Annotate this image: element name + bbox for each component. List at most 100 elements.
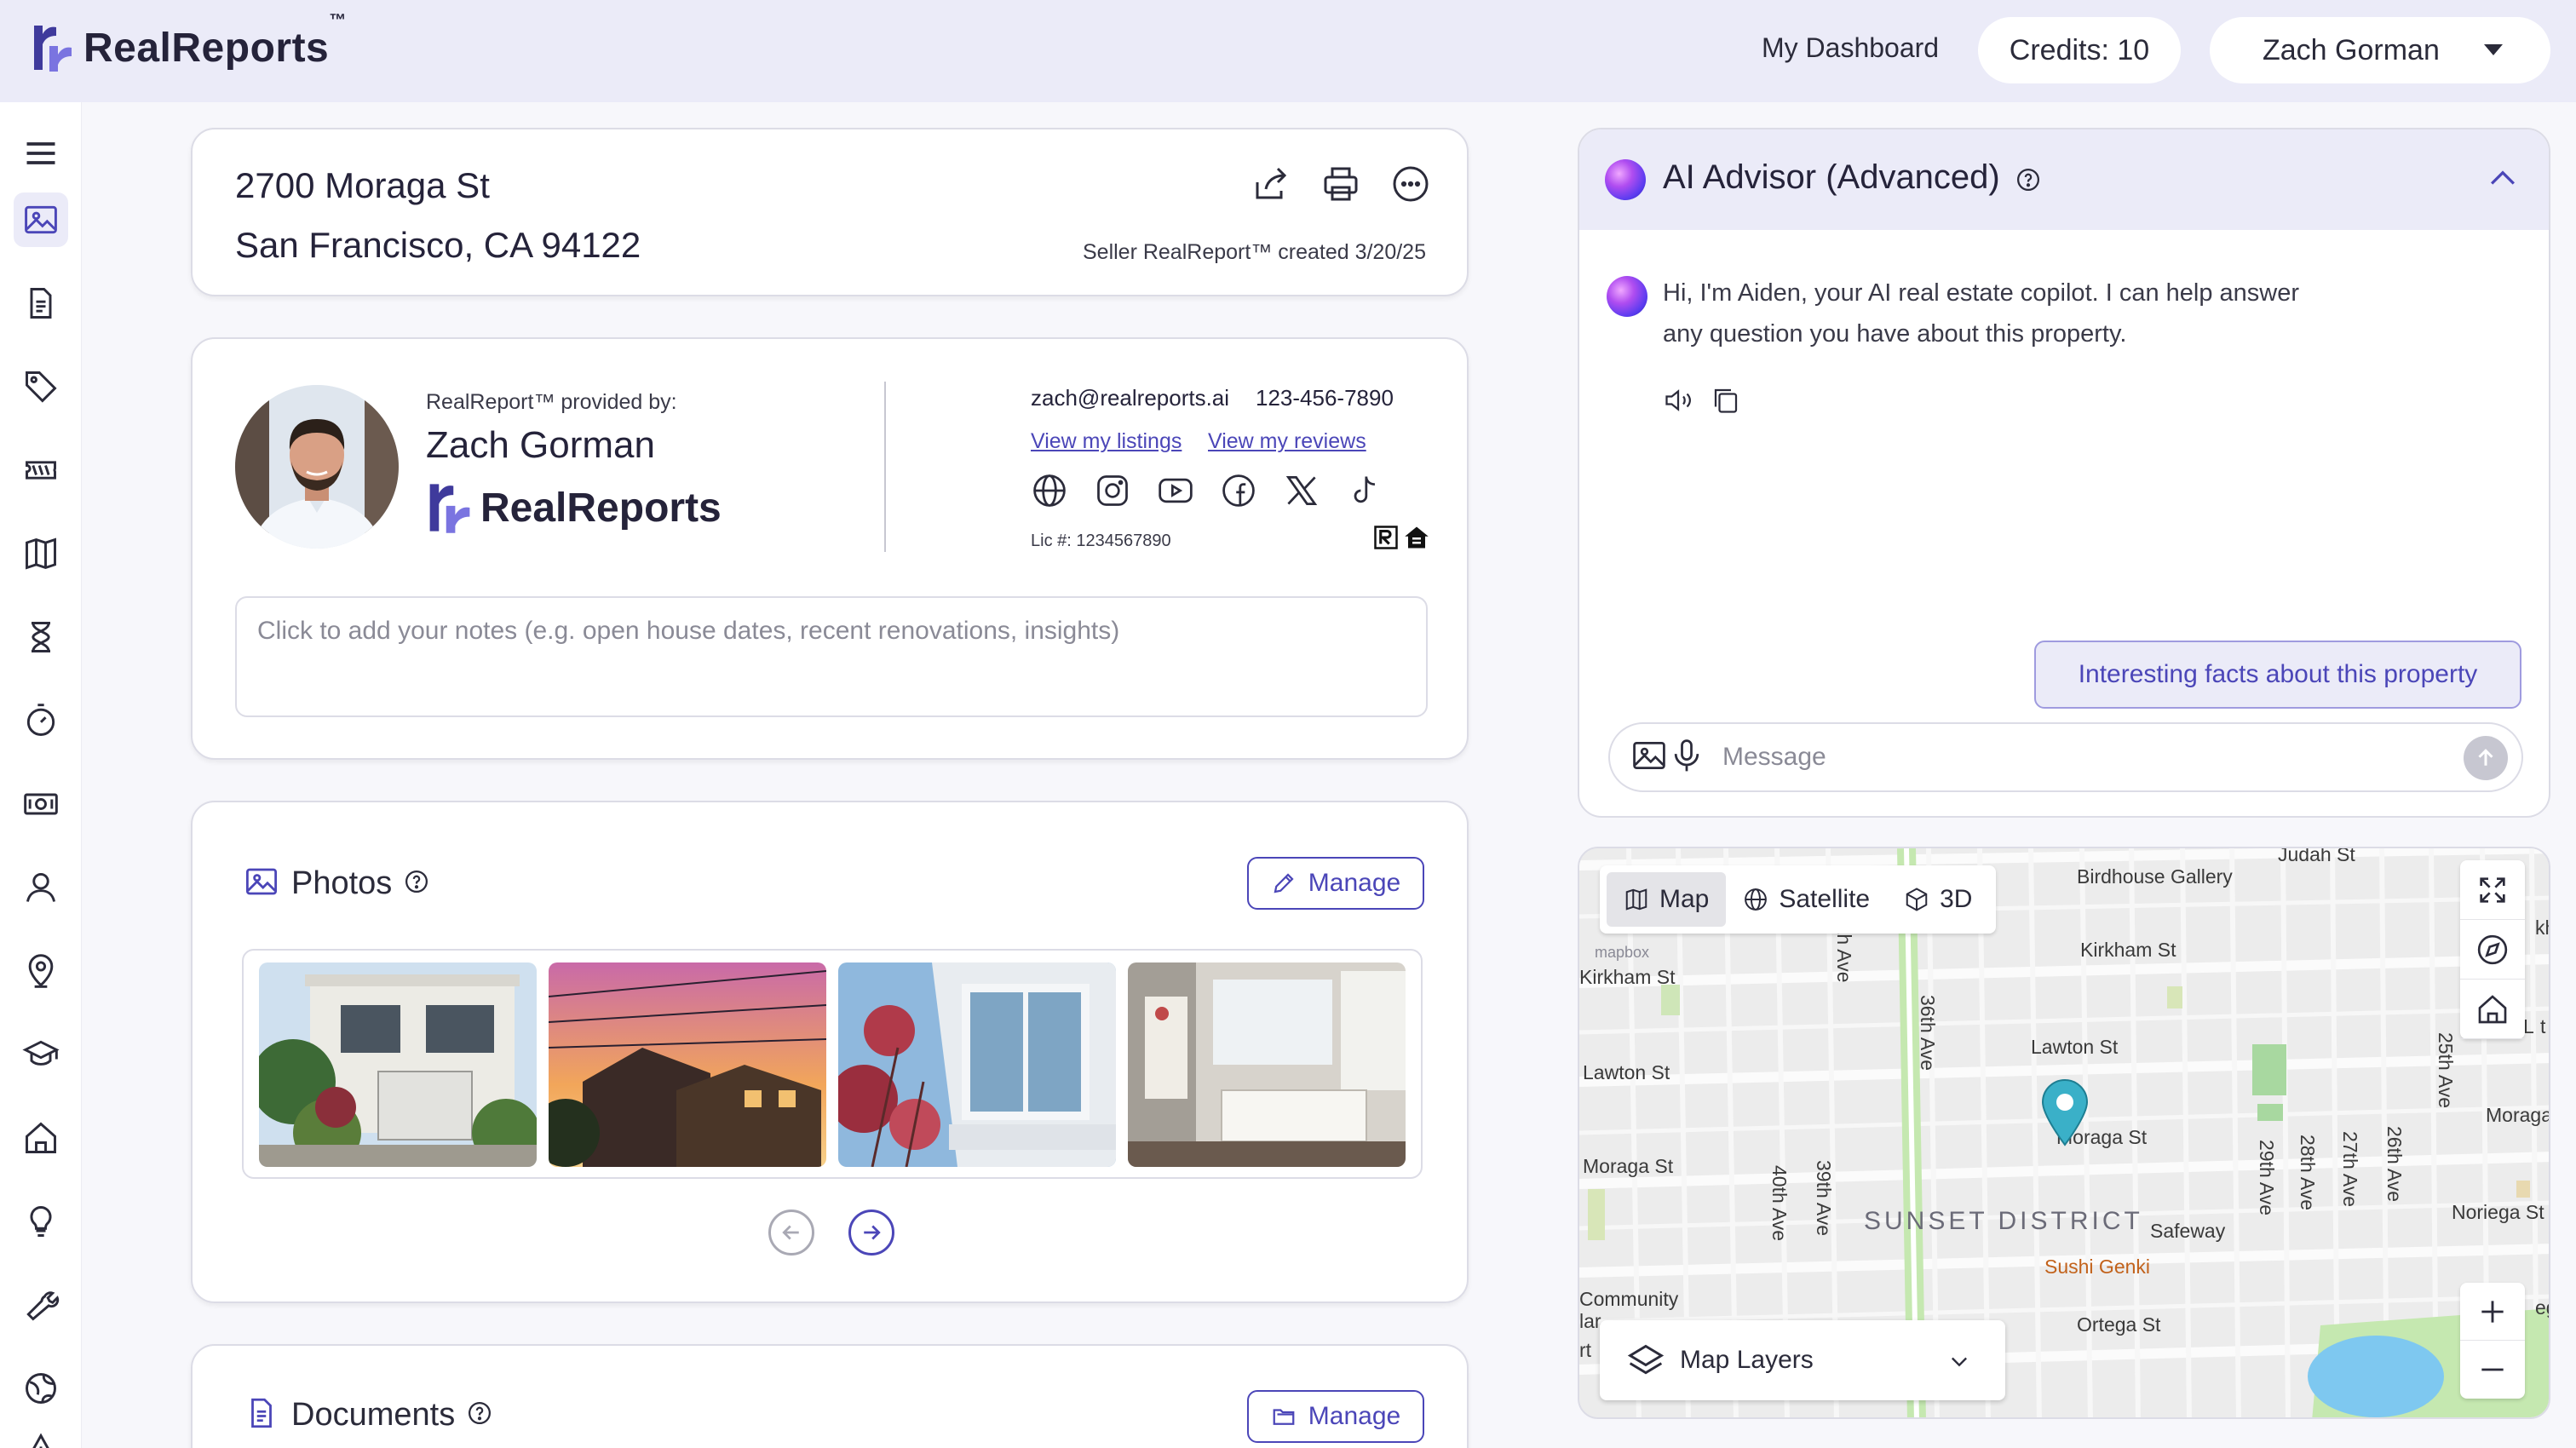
3d-view-button[interactable]: 3D [1887,872,1989,927]
speaker-icon[interactable] [1663,385,1693,420]
map-layers-dropdown[interactable]: Map Layers [1600,1320,2005,1400]
zoom-in-icon[interactable] [2460,1283,2525,1341]
suggested-question-button[interactable]: Interesting facts about this property [2034,641,2521,709]
ai-advisor-title: AI Advisor (Advanced) [1663,158,2000,196]
credits-badge[interactable]: Credits: 10 [1978,17,2181,83]
my-dashboard-link[interactable]: My Dashboard [1762,32,1939,64]
agent-phone[interactable]: 123-456-7890 [1256,385,1394,411]
satellite-view-button[interactable]: Satellite [1726,872,1887,927]
facebook-icon[interactable] [1220,472,1257,514]
agent-email[interactable]: zach@realreports.ai [1031,385,1229,411]
copy-icon[interactable] [1711,385,1741,420]
map-label-25th-ave: 25th Ave [2435,1032,2457,1109]
equal-housing-icon [1404,525,1429,554]
brand-logo[interactable]: RealReports™ [31,11,347,75]
wrench-icon[interactable] [14,1278,68,1332]
map-label-ortega: Ortega St [2077,1313,2161,1336]
map-label-fragment: kh [2535,916,2549,939]
website-icon[interactable] [1031,472,1068,514]
user-menu-button[interactable]: Zach Gorman [2210,17,2550,83]
brokerage-logo: RealReports [426,479,722,537]
compass-icon[interactable] [2460,920,2525,980]
arrow-right-icon [864,1225,881,1240]
map-label-kirkham-east: Kirkham St [2080,939,2176,961]
home-icon[interactable] [2460,980,2525,1039]
map-view-label: Map [1659,885,1710,913]
message-bar [1608,722,2523,792]
map-style-toggle: Map Satellite 3D [1600,865,1997,934]
send-button[interactable] [2464,736,2508,780]
location-icon[interactable] [14,944,68,998]
print-icon[interactable] [1320,164,1361,209]
top-bar: RealReports™ My Dashboard Credits: 10 Za… [0,0,2576,102]
map-label-fragment: eg [2535,1296,2549,1319]
photos-title: Photos [291,865,393,901]
photo-carousel [242,949,1423,1179]
share-icon[interactable] [1251,164,1291,209]
microphone-icon[interactable] [1668,737,1705,779]
help-icon[interactable] [467,1400,492,1430]
map-view-button[interactable]: Map [1607,872,1727,927]
view-reviews-link[interactable]: View my reviews [1208,429,1366,454]
ai-welcome-message: Hi, I'm Aiden, your AI real estate copil… [1663,279,2300,348]
map-label-th-ave: th Ave [1833,928,1855,983]
ai-advisor-header[interactable]: AI Advisor (Advanced) [1579,129,2549,230]
more-options-icon[interactable] [1390,164,1431,209]
money-icon[interactable] [14,777,68,831]
zoom-out-icon[interactable] [2460,1341,2525,1399]
map-label-safeway: Safeway [2150,1220,2226,1242]
instagram-icon[interactable] [1094,472,1131,514]
house-front-photo[interactable] [259,962,537,1167]
x-icon[interactable] [1283,472,1320,514]
manage-photos-button[interactable]: Manage [1247,857,1424,910]
lightbulb-icon[interactable] [14,1194,68,1249]
arrow-up-icon [2478,749,2493,766]
image-upload-icon[interactable] [1630,737,1668,779]
brand-tm: ™ [329,10,347,30]
ai-orb-icon [1605,159,1646,200]
home-icon[interactable] [14,1111,68,1165]
map-label-fragment: rt [1579,1339,1592,1361]
next-photo-button[interactable] [848,1210,894,1256]
graduation-icon[interactable] [14,1027,68,1082]
mapbox-attribution: mapbox [1595,944,1650,961]
help-icon[interactable] [2015,167,2041,197]
hourglass-icon[interactable] [14,610,68,664]
help-icon[interactable] [404,869,429,899]
previous-photo-button[interactable] [768,1210,814,1256]
globe-icon[interactable] [14,1361,68,1416]
property-map[interactable]: Judah St Birdhouse Gallery Kirkham St Ki… [1578,847,2550,1419]
tag-icon[interactable] [14,359,68,414]
chevron-up-icon[interactable] [2484,160,2521,202]
menu-icon[interactable] [14,126,68,181]
photos-icon[interactable] [14,192,68,247]
documents-icon[interactable] [14,276,68,330]
map-icon [1625,888,1647,911]
globe-icon [1745,888,1768,911]
timer-icon[interactable] [14,693,68,748]
address-line-2: San Francisco, CA 94122 [235,225,641,265]
youtube-icon[interactable] [1157,472,1194,514]
message-input[interactable] [1722,743,2521,772]
brand-name: RealReports [83,25,330,71]
map-label-birdhouse: Birdhouse Gallery [2077,865,2233,888]
interior-photo[interactable] [1128,962,1406,1167]
brokerage-name: RealReports [480,485,722,531]
photos-section-icon [244,864,279,904]
fullscreen-icon[interactable] [2460,860,2525,920]
view-listings-link[interactable]: View my listings [1031,429,1182,454]
tiktok-icon[interactable] [1346,472,1383,514]
window-photo[interactable] [838,962,1116,1167]
person-icon[interactable] [14,860,68,915]
map-label-36th-ave: 36th Ave [1917,995,1939,1072]
manage-documents-button[interactable]: Manage [1247,1390,1424,1443]
warning-icon[interactable] [14,1422,68,1448]
address-card: 2700 Moraga St San Francisco, CA 94122 S… [191,128,1469,296]
map-layers-label: Map Layers [1680,1346,1814,1374]
sunset-photo[interactable] [549,962,826,1167]
map-icon[interactable] [14,526,68,581]
chevron-down-icon [2484,44,2503,55]
agent-notes-input[interactable] [235,596,1428,717]
ticket-icon[interactable] [14,443,68,497]
property-pin-icon[interactable] [2039,1078,2090,1146]
